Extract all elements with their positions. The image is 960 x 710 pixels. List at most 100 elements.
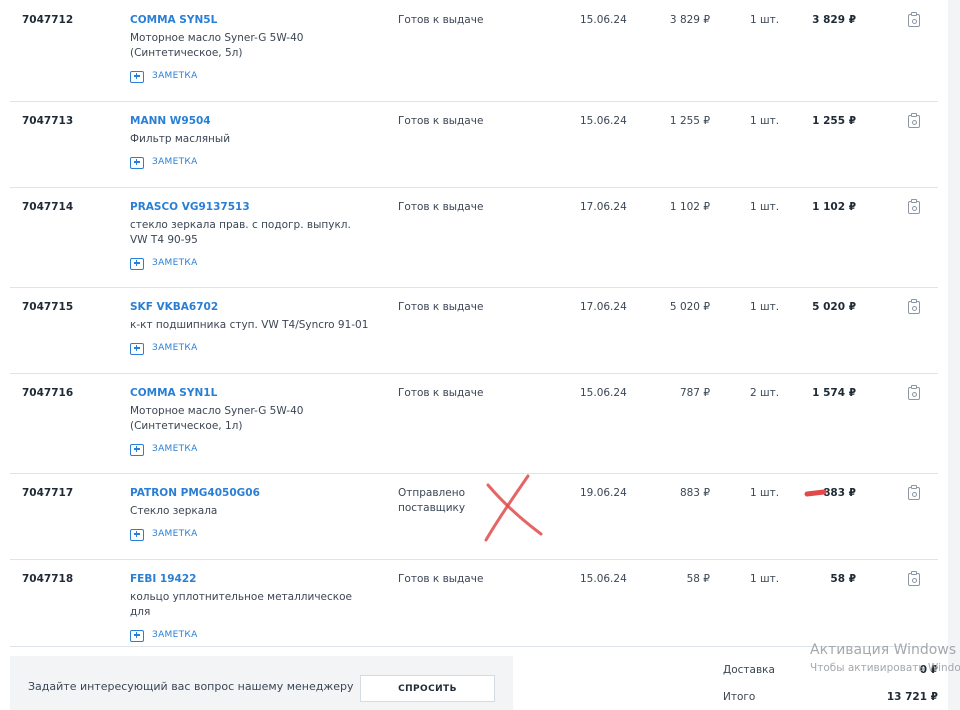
note-label: ЗАМЕТКА bbox=[152, 444, 198, 454]
ask-button[interactable]: СПРОСИТЬ bbox=[360, 675, 495, 702]
order-id: 7047715 bbox=[22, 301, 74, 313]
line-total: 58 ₽ bbox=[830, 573, 856, 585]
quantity: 1 шт. bbox=[750, 115, 780, 127]
quantity: 2 шт. bbox=[750, 387, 780, 399]
quantity: 1 шт. bbox=[750, 14, 780, 26]
order-row: 7047716 COMMA SYN1L Моторное масло Syner… bbox=[10, 374, 938, 474]
note-add-icon bbox=[130, 629, 144, 642]
unit-price: 787 ₽ bbox=[679, 387, 710, 399]
order-date: 15.06.24 bbox=[580, 387, 627, 399]
clipboard-icon[interactable] bbox=[908, 299, 920, 314]
product-link[interactable]: SKF VKBA6702 bbox=[130, 300, 370, 315]
product-link[interactable]: PRASCO VG9137513 bbox=[130, 200, 370, 215]
note-button[interactable]: ЗАМЕТКА bbox=[130, 341, 370, 356]
windows-activation-watermark-subtitle: Чтобы активировать Windows bbox=[810, 662, 960, 674]
note-label: ЗАМЕТКА bbox=[152, 529, 198, 539]
order-status: Готов к выдаче bbox=[398, 115, 484, 127]
note-add-icon bbox=[130, 528, 144, 541]
unit-price: 883 ₽ bbox=[679, 487, 710, 499]
line-total: 1 255 ₽ bbox=[812, 115, 856, 127]
note-add-icon bbox=[130, 70, 144, 83]
quantity: 1 шт. bbox=[750, 573, 780, 585]
clipboard-icon[interactable] bbox=[908, 385, 920, 400]
product-link[interactable]: MANN W9504 bbox=[130, 114, 370, 129]
unit-price: 1 255 ₽ bbox=[669, 115, 710, 127]
note-button[interactable]: ЗАМЕТКА bbox=[130, 527, 370, 542]
scrollbar[interactable] bbox=[948, 0, 960, 710]
note-add-icon bbox=[130, 342, 144, 355]
order-date: 15.06.24 bbox=[580, 14, 627, 26]
order-id: 7047717 bbox=[22, 487, 74, 499]
note-button[interactable]: ЗАМЕТКА bbox=[130, 69, 370, 84]
clipboard-icon[interactable] bbox=[908, 571, 920, 586]
order-row: 7047714 PRASCO VG9137513 стекло зеркала … bbox=[10, 188, 938, 288]
order-status: Готов к выдаче bbox=[398, 14, 484, 26]
line-total: 1 574 ₽ bbox=[812, 387, 856, 399]
order-date: 19.06.24 bbox=[580, 487, 627, 499]
product-description: к-кт подшипника ступ. VW T4/Syncro 91-01 bbox=[130, 319, 369, 331]
manager-question-box: Задайте интересующий вас вопрос нашему м… bbox=[10, 656, 513, 710]
product-cell: PATRON PMG4050G06 Стекло зеркала ЗАМЕТКА bbox=[130, 486, 370, 542]
clipboard-icon[interactable] bbox=[908, 199, 920, 214]
total-value: 13 721 ₽ bbox=[886, 691, 938, 703]
order-id: 7047713 bbox=[22, 115, 74, 127]
order-row: 7047718 FEBI 19422 кольцо уплотнительное… bbox=[10, 560, 938, 647]
product-cell: COMMA SYN5L Моторное масло Syner-G 5W-40… bbox=[130, 13, 370, 84]
product-link[interactable]: FEBI 19422 bbox=[130, 572, 370, 587]
order-id: 7047712 bbox=[22, 14, 74, 26]
order-row: 7047713 MANN W9504 Фильтр масляный ЗАМЕТ… bbox=[10, 102, 938, 188]
unit-price: 5 020 ₽ bbox=[669, 301, 710, 313]
note-add-icon bbox=[130, 156, 144, 169]
note-button[interactable]: ЗАМЕТКА bbox=[130, 442, 370, 457]
quantity: 1 шт. bbox=[750, 301, 780, 313]
note-label: ЗАМЕТКА bbox=[152, 630, 198, 640]
line-total: 5 020 ₽ bbox=[812, 301, 856, 313]
delivery-label: Доставка bbox=[723, 664, 775, 676]
order-date: 15.06.24 bbox=[580, 573, 627, 585]
note-label: ЗАМЕТКА bbox=[152, 157, 198, 167]
product-cell: PRASCO VG9137513 стекло зеркала прав. с … bbox=[130, 200, 370, 271]
note-button[interactable]: ЗАМЕТКА bbox=[130, 256, 370, 271]
product-cell: COMMA SYN1L Моторное масло Syner-G 5W-40… bbox=[130, 386, 370, 457]
order-date: 17.06.24 bbox=[580, 301, 627, 313]
total-label: Итого bbox=[723, 691, 756, 703]
note-add-icon bbox=[130, 257, 144, 270]
product-description: Фильтр масляный bbox=[130, 133, 231, 145]
product-description: Моторное масло Syner-G 5W-40 (Синтетичес… bbox=[130, 405, 304, 432]
product-link[interactable]: PATRON PMG4050G06 bbox=[130, 486, 370, 501]
product-cell: FEBI 19422 кольцо уплотнительное металли… bbox=[130, 572, 370, 643]
order-id: 7047718 bbox=[22, 573, 74, 585]
order-status: Готов к выдаче bbox=[398, 301, 484, 313]
clipboard-icon[interactable] bbox=[908, 113, 920, 128]
windows-activation-watermark-title: Активация Windows bbox=[810, 642, 957, 658]
quantity: 1 шт. bbox=[750, 201, 780, 213]
order-status: Готов к выдаче bbox=[398, 573, 484, 585]
line-total: 3 829 ₽ bbox=[812, 14, 856, 26]
product-cell: MANN W9504 Фильтр масляный ЗАМЕТКА bbox=[130, 114, 370, 170]
product-link[interactable]: COMMA SYN5L bbox=[130, 13, 370, 28]
order-status: Готов к выдаче bbox=[398, 201, 484, 213]
note-button[interactable]: ЗАМЕТКА bbox=[130, 628, 370, 643]
order-status: Отправлено поставщику bbox=[398, 487, 466, 514]
unit-price: 3 829 ₽ bbox=[669, 14, 710, 26]
order-date: 17.06.24 bbox=[580, 201, 627, 213]
order-status: Готов к выдаче bbox=[398, 387, 484, 399]
line-total: 883 ₽ bbox=[823, 487, 856, 499]
note-label: ЗАМЕТКА bbox=[152, 258, 198, 268]
product-cell: SKF VKBA6702 к-кт подшипника ступ. VW T4… bbox=[130, 300, 370, 356]
order-date: 15.06.24 bbox=[580, 115, 627, 127]
order-row: 7047712 COMMA SYN5L Моторное масло Syner… bbox=[10, 0, 938, 102]
order-id: 7047714 bbox=[22, 201, 74, 213]
quantity: 1 шт. bbox=[750, 487, 780, 499]
line-total: 1 102 ₽ bbox=[812, 201, 856, 213]
product-link[interactable]: COMMA SYN1L bbox=[130, 386, 370, 401]
clipboard-icon[interactable] bbox=[908, 485, 920, 500]
unit-price: 58 ₽ bbox=[686, 573, 710, 585]
product-description: Моторное масло Syner-G 5W-40 (Синтетичес… bbox=[130, 32, 304, 59]
note-button[interactable]: ЗАМЕТКА bbox=[130, 155, 370, 170]
note-label: ЗАМЕТКА bbox=[152, 343, 198, 353]
clipboard-icon[interactable] bbox=[908, 12, 920, 27]
manager-question-text: Задайте интересующий вас вопрос нашему м… bbox=[28, 680, 354, 693]
note-label: ЗАМЕТКА bbox=[152, 71, 198, 81]
note-add-icon bbox=[130, 443, 144, 456]
